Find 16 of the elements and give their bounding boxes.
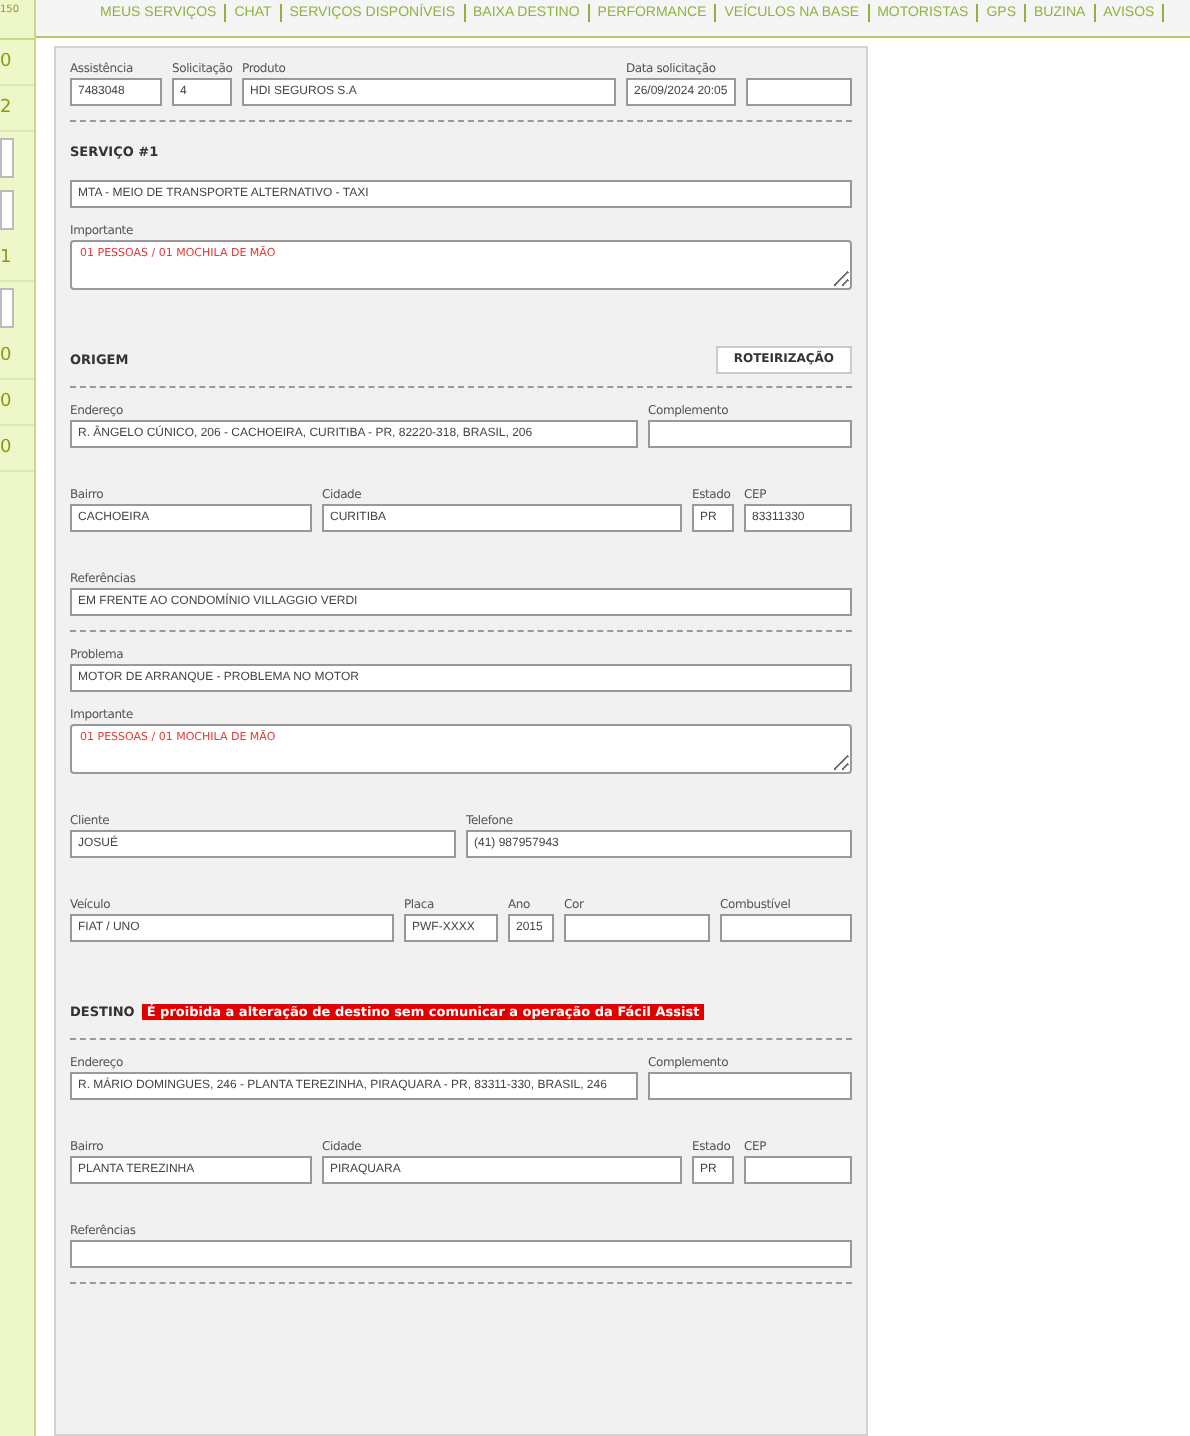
sidebar-field[interactable] — [0, 138, 14, 178]
input-field[interactable] — [744, 1156, 852, 1184]
sidebar-count: 0 — [0, 380, 34, 426]
input-field[interactable] — [720, 914, 852, 942]
sidebar-count: 2 — [0, 86, 34, 132]
sidebar-count: 0 — [0, 40, 34, 86]
sidebar-count: 0 — [0, 334, 34, 380]
input-field[interactable] — [564, 914, 710, 942]
input-field[interactable] — [648, 1072, 852, 1100]
sidebar-field[interactable] — [0, 288, 14, 328]
input-field[interactable] — [746, 78, 852, 106]
sidebar-count: 1 — [0, 236, 34, 282]
sidebar-field[interactable] — [0, 190, 14, 230]
input-field[interactable] — [648, 420, 852, 448]
sidebar-count: 0 — [0, 426, 34, 472]
input-field[interactable] — [70, 1240, 852, 1268]
